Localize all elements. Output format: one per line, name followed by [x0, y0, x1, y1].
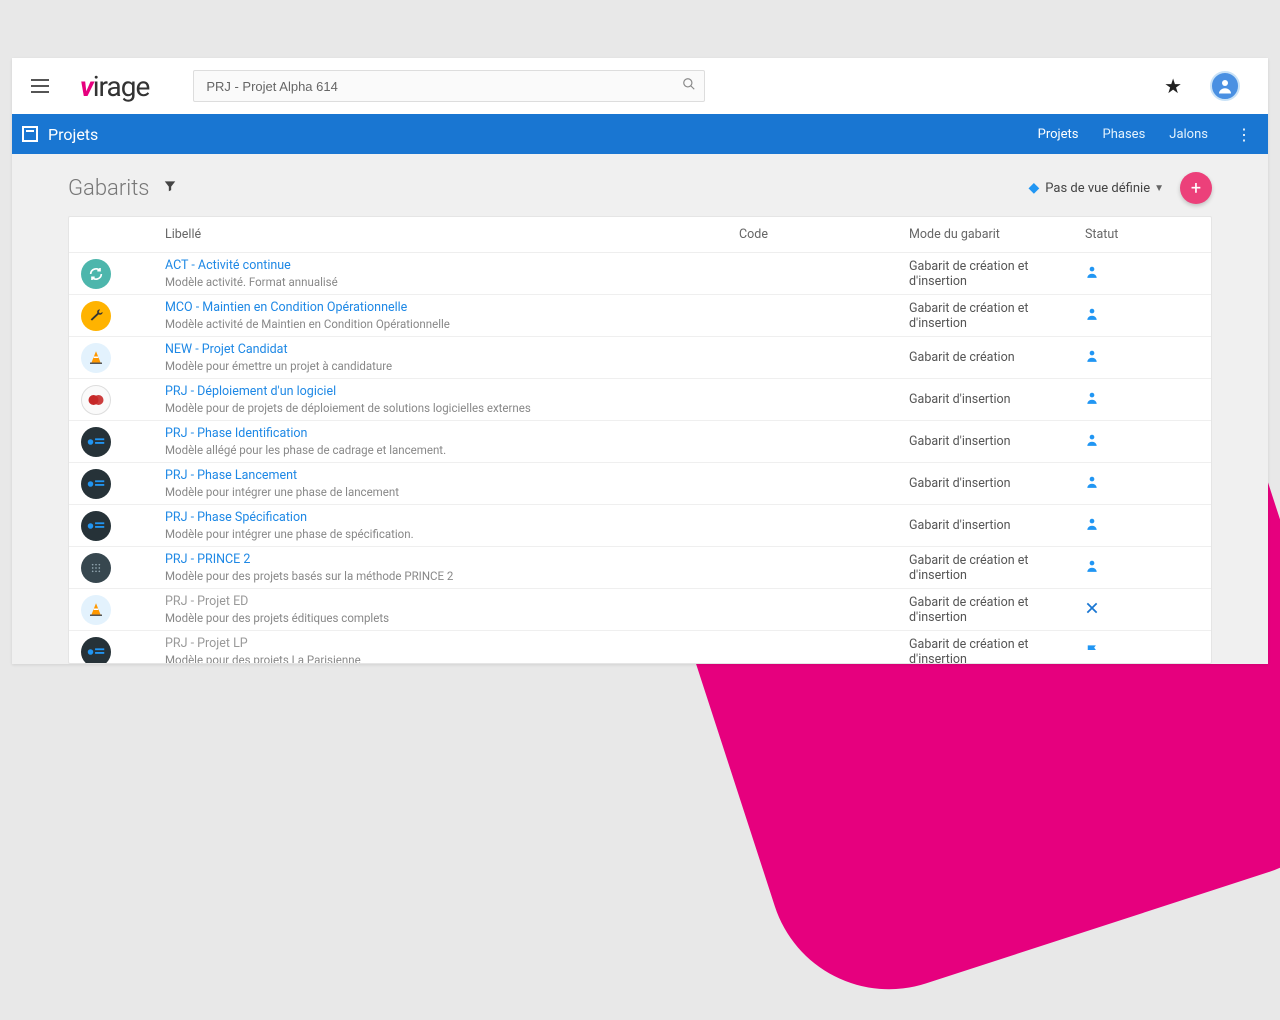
header-code[interactable]: Code [739, 227, 909, 242]
row-status-icon[interactable] [1085, 348, 1199, 368]
table-body: ACT - Activité continueModèle activité. … [69, 253, 1211, 664]
row-mode: Gabarit de création et d'insertion [909, 637, 1085, 665]
user-avatar[interactable] [1210, 71, 1240, 101]
row-type-icon [81, 553, 111, 583]
row-type-icon [81, 637, 111, 665]
row-title[interactable]: PRJ - Phase Identification [165, 426, 739, 442]
row-status-icon[interactable] [1085, 432, 1199, 452]
row-title[interactable]: NEW - Projet Candidat [165, 342, 739, 358]
row-type-icon [81, 259, 111, 289]
filter-icon[interactable] [163, 179, 177, 197]
table-row[interactable]: ACT - Activité continueModèle activité. … [69, 253, 1211, 295]
row-status-icon[interactable] [1085, 390, 1199, 410]
row-description: Modèle pour des projets basés sur la mét… [165, 569, 739, 583]
table-row[interactable]: NEW - Projet CandidatModèle pour émettre… [69, 337, 1211, 379]
row-title[interactable]: ACT - Activité continue [165, 258, 739, 274]
row-mode: Gabarit de création [909, 350, 1085, 365]
table-row[interactable]: PRJ - Déploiement d'un logicielModèle po… [69, 379, 1211, 421]
tab-jalons[interactable]: Jalons [1157, 114, 1220, 154]
row-mode: Gabarit de création et d'insertion [909, 553, 1085, 583]
row-mode: Gabarit d'insertion [909, 518, 1085, 533]
row-status-icon[interactable] [1085, 643, 1199, 661]
app-window: virage ★ Projets Projets Phases Jalons ⋮… [12, 58, 1268, 664]
row-title[interactable]: PRJ - Déploiement d'un logiciel [165, 384, 739, 400]
nav-title: Projets [48, 125, 98, 144]
table-row[interactable]: PRJ - Phase SpécificationModèle pour int… [69, 505, 1211, 547]
table-row[interactable]: PRJ - Projet LPModèle pour des projets L… [69, 631, 1211, 664]
topbar: virage ★ [12, 58, 1268, 114]
row-type-icon [81, 385, 111, 415]
row-description: Modèle activité. Format annualisé [165, 275, 739, 289]
table-header: Libellé Code Mode du gabarit Statut [69, 217, 1211, 253]
header-statut[interactable]: Statut [1085, 227, 1199, 242]
row-mode: Gabarit d'insertion [909, 392, 1085, 407]
row-mode: Gabarit d'insertion [909, 476, 1085, 491]
row-type-icon [81, 595, 111, 625]
table-row[interactable]: PRJ - Phase LancementModèle pour intégre… [69, 463, 1211, 505]
row-type-icon [81, 301, 111, 331]
row-mode: Gabarit de création et d'insertion [909, 301, 1085, 331]
row-type-icon [81, 511, 111, 541]
row-status-icon[interactable] [1085, 474, 1199, 494]
row-title: PRJ - Projet ED [165, 594, 739, 610]
row-status-icon[interactable] [1085, 516, 1199, 536]
table-row[interactable]: PRJ - Projet EDModèle pour des projets é… [69, 589, 1211, 631]
navbar: Projets Projets Phases Jalons ⋮ [12, 114, 1268, 154]
row-type-icon [81, 343, 111, 373]
row-mode: Gabarit de création et d'insertion [909, 595, 1085, 625]
table-row[interactable]: PRJ - PRINCE 2Modèle pour des projets ba… [69, 547, 1211, 589]
row-description: Modèle pour intégrer une phase de spécif… [165, 527, 739, 541]
nav-tabs: Projets Phases Jalons ⋮ [1026, 114, 1268, 154]
row-title[interactable]: PRJ - Phase Lancement [165, 468, 739, 484]
row-status-icon[interactable] [1085, 264, 1199, 284]
page-title: Gabarits [68, 176, 149, 201]
row-description: Modèle pour émettre un projet à candidat… [165, 359, 739, 373]
search-box[interactable] [193, 70, 705, 102]
header-libelle[interactable]: Libellé [165, 227, 739, 242]
content-header: Gabarits ◆ Pas de vue définie ▼ + [68, 166, 1212, 210]
row-mode: Gabarit de création et d'insertion [909, 259, 1085, 289]
table-row[interactable]: PRJ - Phase IdentificationModèle allégé … [69, 421, 1211, 463]
row-title[interactable]: PRJ - PRINCE 2 [165, 552, 739, 568]
row-title[interactable]: PRJ - Phase Spécification [165, 510, 739, 526]
row-status-icon[interactable] [1085, 558, 1199, 578]
favorite-icon[interactable]: ★ [1164, 74, 1182, 98]
row-status-icon[interactable] [1085, 306, 1199, 326]
row-description: Modèle allégé pour les phase de cadrage … [165, 443, 739, 457]
row-status-icon[interactable] [1085, 601, 1199, 619]
row-description: Modèle pour de projets de déploiement de… [165, 401, 739, 415]
header-mode[interactable]: Mode du gabarit [909, 227, 1085, 242]
add-button[interactable]: + [1180, 172, 1212, 204]
search-icon[interactable] [682, 77, 696, 95]
module-icon [22, 126, 38, 142]
search-input[interactable] [206, 79, 682, 94]
row-title: PRJ - Projet LP [165, 636, 739, 652]
view-label: Pas de vue définie [1045, 181, 1150, 196]
table-row[interactable]: MCO - Maintien en Condition Opérationnel… [69, 295, 1211, 337]
row-description: Modèle activité de Maintien en Condition… [165, 317, 739, 331]
view-selector[interactable]: ◆ Pas de vue définie ▼ [1028, 180, 1164, 196]
templates-table: Libellé Code Mode du gabarit Statut ACT … [68, 216, 1212, 664]
row-type-icon [81, 469, 111, 499]
row-description: Modèle pour des projets éditiques comple… [165, 611, 739, 625]
tab-phases[interactable]: Phases [1091, 114, 1158, 154]
menu-button[interactable] [24, 70, 56, 102]
row-mode: Gabarit d'insertion [909, 434, 1085, 449]
content-area: Gabarits ◆ Pas de vue définie ▼ + Libell… [12, 154, 1268, 664]
layers-icon: ◆ [1028, 180, 1039, 196]
tab-projets[interactable]: Projets [1026, 114, 1091, 154]
caret-down-icon: ▼ [1154, 183, 1164, 194]
row-description: Modèle pour des projets La Parisienne [165, 653, 739, 664]
hamburger-icon [31, 79, 49, 93]
nav-more-icon[interactable]: ⋮ [1220, 125, 1268, 144]
row-title[interactable]: MCO - Maintien en Condition Opérationnel… [165, 300, 739, 316]
app-logo: virage [80, 70, 149, 103]
row-description: Modèle pour intégrer une phase de lancem… [165, 485, 739, 499]
row-type-icon [81, 427, 111, 457]
